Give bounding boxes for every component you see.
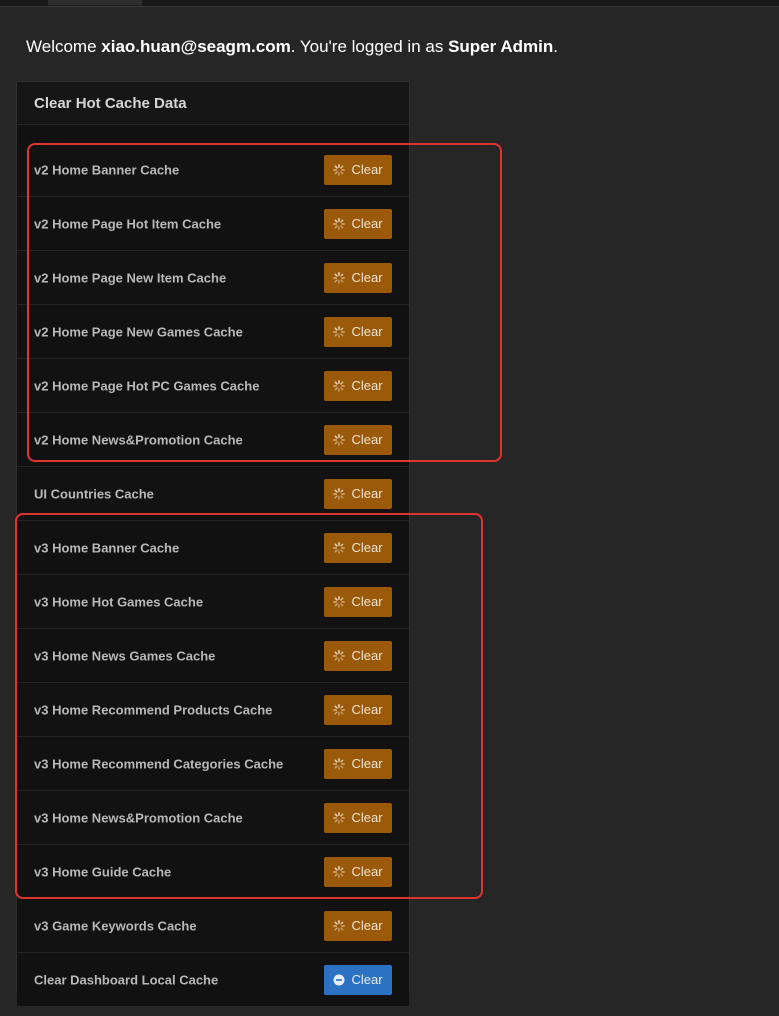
clear-button-label: Clear: [351, 756, 383, 771]
clear-button-label: Clear: [351, 324, 383, 339]
cache-row: v2 Home Page Hot PC Games Cache Clear: [17, 359, 409, 413]
spinner-icon: [333, 271, 346, 284]
spinner-icon: [333, 217, 346, 230]
clear-cache-button[interactable]: Clear: [324, 154, 392, 185]
welcome-middle: . You're logged in as: [290, 37, 449, 56]
cache-row-label: v3 Home Hot Games Cache: [34, 594, 204, 609]
clear-button-label: Clear: [351, 594, 383, 609]
cache-row: v2 Home News&Promotion Cache Clear: [17, 413, 409, 467]
clear-button-label: Clear: [351, 378, 383, 393]
cache-row-label: v3 Game Keywords Cache: [34, 918, 197, 933]
cache-row: v3 Home Hot Games Cache Clear: [17, 575, 409, 629]
top-nav-tab[interactable]: [48, 0, 142, 5]
clear-cache-button[interactable]: Clear: [324, 694, 392, 725]
cache-row-label: v3 Home Guide Cache: [34, 864, 172, 879]
clear-cache-button[interactable]: Clear: [324, 748, 392, 779]
minus-circle-icon: [333, 974, 345, 986]
spinner-icon: [333, 163, 346, 176]
spinner-icon: [333, 811, 346, 824]
spinner-icon: [333, 757, 346, 770]
cache-row-label: v3 Home Recommend Categories Cache: [34, 756, 284, 771]
cache-row: v3 Home Recommend Products Cache Clear: [17, 683, 409, 737]
clear-button-label: Clear: [351, 810, 383, 825]
cache-row-label: v2 Home News&Promotion Cache: [34, 432, 243, 447]
cache-row: v2 Home Page New Item Cache Clear: [17, 251, 409, 305]
spinner-icon: [333, 865, 346, 878]
welcome-suffix: .: [553, 37, 558, 56]
cache-rows: v2 Home Banner Cache Clear v2 Home Page Ho…: [17, 143, 409, 1007]
cache-row-label: v3 Home News&Promotion Cache: [34, 810, 243, 825]
cache-row-label: v2 Home Page New Games Cache: [34, 324, 243, 339]
spinner-icon: [333, 919, 346, 932]
spinner-icon: [333, 379, 346, 392]
cache-row-label: v2 Home Page New Item Cache: [34, 270, 227, 285]
clear-cache-button[interactable]: Clear: [324, 208, 392, 239]
spinner-icon: [333, 433, 346, 446]
spinner-icon: [333, 325, 346, 338]
cache-row: v3 Game Keywords Cache Clear: [17, 899, 409, 953]
clear-cache-button[interactable]: Clear: [324, 424, 392, 455]
cache-row: v2 Home Page Hot Item Cache Clear: [17, 197, 409, 251]
cache-row: v2 Home Banner Cache Clear: [17, 143, 409, 197]
clear-cache-button[interactable]: Clear: [324, 586, 392, 617]
clear-cache-button[interactable]: Clear: [324, 316, 392, 347]
clear-button-label: Clear: [351, 702, 383, 717]
cache-row-label: Clear Dashboard Local Cache: [34, 972, 219, 987]
spinner-icon: [333, 595, 346, 608]
cache-row-label: v2 Home Page Hot Item Cache: [34, 216, 222, 231]
clear-cache-button[interactable]: Clear: [324, 640, 392, 671]
clear-cache-button[interactable]: Clear: [324, 910, 392, 941]
panel-title: Clear Hot Cache Data: [17, 82, 409, 125]
cache-row: v2 Home Page New Games Cache Clear: [17, 305, 409, 359]
clear-button-label: Clear: [351, 162, 383, 177]
cache-row: v3 Home Guide Cache Clear: [17, 845, 409, 899]
clear-dashboard-button[interactable]: Clear: [324, 964, 392, 995]
cache-row-label: v2 Home Page Hot PC Games Cache: [34, 378, 260, 393]
clear-button-label: Clear: [351, 432, 383, 447]
clear-cache-button[interactable]: Clear: [324, 532, 392, 563]
clear-cache-button[interactable]: Clear: [324, 802, 392, 833]
clear-cache-button[interactable]: Clear: [324, 856, 392, 887]
clear-button-label: Clear: [351, 540, 383, 555]
cache-row-label: v3 Home News Games Cache: [34, 648, 216, 663]
clear-button-label: Clear: [351, 864, 383, 879]
spinner-icon: [333, 487, 346, 500]
cache-row: v3 Home Recommend Categories Cache Clear: [17, 737, 409, 791]
cache-row-label: v2 Home Banner Cache: [34, 162, 180, 177]
clear-button-label: Clear: [351, 486, 383, 501]
cache-row: UI Countries Cache Clear: [17, 467, 409, 521]
clear-cache-button[interactable]: Clear: [324, 478, 392, 509]
user-role: Super Admin: [448, 37, 554, 56]
cache-row: v3 Home Banner Cache Clear: [17, 521, 409, 575]
clear-cache-button[interactable]: Clear: [324, 262, 392, 293]
welcome-prefix: Welcome: [26, 37, 102, 56]
clear-button-label: Clear: [351, 648, 383, 663]
clear-button-label: Clear: [351, 216, 383, 231]
clear-button-label: Clear: [351, 972, 383, 987]
cache-row-label: UI Countries Cache: [34, 486, 154, 501]
clear-cache-panel: Clear Hot Cache Data v2 Home Banner Cach…: [16, 81, 410, 1007]
clear-button-label: Clear: [351, 918, 383, 933]
user-email: xiao.huan@seagm.com: [101, 37, 291, 56]
welcome-message: Welcome xiao.huan@seagm.com. You're logg…: [26, 37, 558, 57]
cache-row: v3 Home News&Promotion Cache Clear: [17, 791, 409, 845]
clear-cache-button[interactable]: Clear: [324, 370, 392, 401]
cache-row: v3 Home News Games Cache Clear: [17, 629, 409, 683]
cache-row-label: v3 Home Banner Cache: [34, 540, 180, 555]
clear-button-label: Clear: [351, 270, 383, 285]
cache-row: Clear Dashboard Local Cache Clear: [17, 953, 409, 1007]
spinner-icon: [333, 703, 346, 716]
panel-spacer: [17, 125, 409, 143]
top-nav-bar: [0, 0, 779, 7]
spinner-icon: [333, 541, 346, 554]
spinner-icon: [333, 649, 346, 662]
cache-row-label: v3 Home Recommend Products Cache: [34, 702, 273, 717]
